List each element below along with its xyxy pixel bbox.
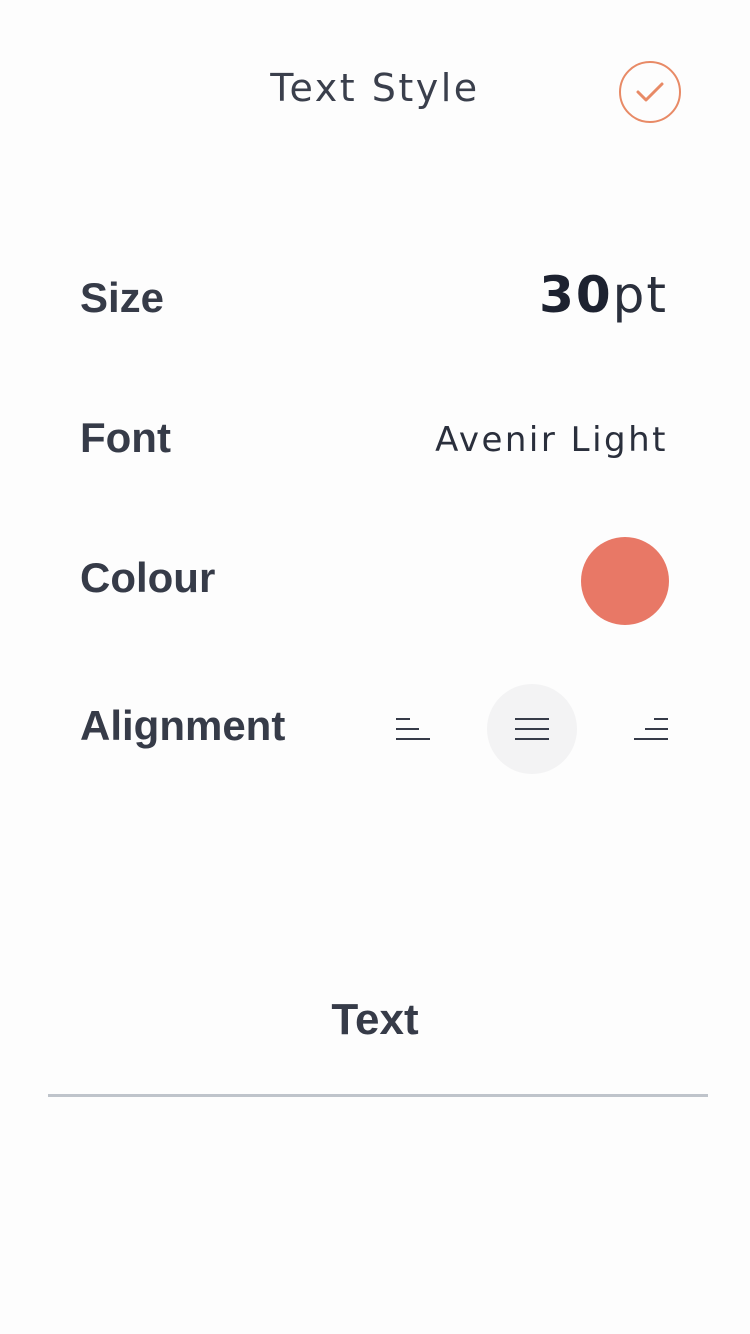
size-unit: pt: [612, 266, 668, 324]
align-center-icon: [515, 718, 549, 740]
colour-label: Colour: [80, 554, 216, 601]
align-right-icon: [634, 718, 668, 740]
confirm-button[interactable]: [619, 61, 681, 123]
size-number: 30: [539, 266, 613, 324]
preview-text: Text: [331, 995, 419, 1044]
preview-underline: [48, 1094, 708, 1097]
checkmark-icon: [636, 82, 664, 102]
align-left-icon: [396, 718, 430, 740]
align-left-button[interactable]: [368, 684, 458, 774]
align-center-button[interactable]: [487, 684, 577, 774]
font-value[interactable]: Avenir Light: [435, 420, 668, 460]
colour-swatch[interactable]: [581, 537, 669, 625]
size-value[interactable]: 30pt: [539, 266, 668, 324]
font-label: Font: [80, 414, 171, 461]
alignment-label: Alignment: [80, 702, 286, 749]
align-right-button[interactable]: [606, 684, 696, 774]
size-label: Size: [80, 274, 165, 321]
